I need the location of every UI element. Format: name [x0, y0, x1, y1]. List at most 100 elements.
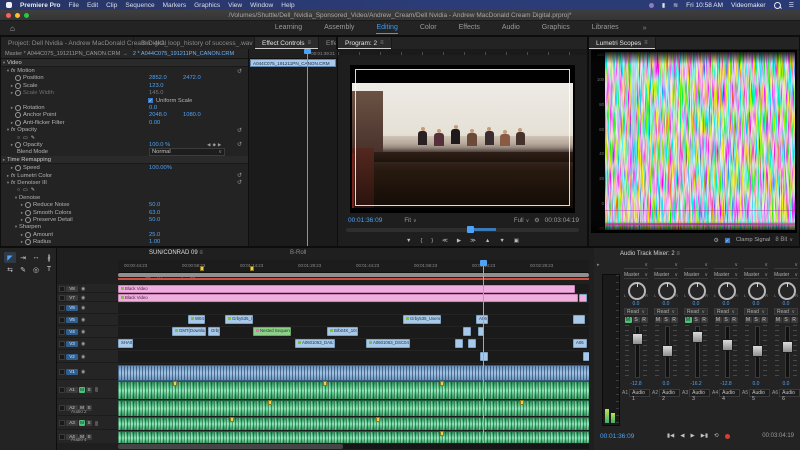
pan-knob[interactable]: LR	[774, 281, 798, 301]
stopwatch-icon[interactable]	[25, 231, 31, 238]
pan-knob[interactable]: LR	[714, 281, 738, 301]
solo-button[interactable]: S	[632, 317, 640, 323]
clip-black-video[interactable]: Black Video	[118, 294, 578, 302]
panel-menu-icon[interactable]: ≡	[380, 40, 384, 46]
property-radius[interactable]: ▸ Radius 1.00	[1, 238, 248, 246]
slip-tool[interactable]: ⇆	[4, 264, 16, 275]
solo-button[interactable]: S	[662, 317, 670, 323]
razor-tool[interactable]: ∦	[43, 252, 55, 263]
audio-clip-a4[interactable]	[118, 431, 589, 443]
mute-button[interactable]: M	[654, 317, 662, 323]
track-header-v5[interactable]: V5 ◉	[57, 315, 118, 326]
record-arm-button[interactable]: R	[730, 317, 738, 323]
pan-value[interactable]: 0.0	[723, 301, 730, 307]
workspace-libraries[interactable]: Libraries	[592, 22, 619, 34]
position-x-value[interactable]: 2852.0	[149, 75, 167, 81]
lock-icon[interactable]	[59, 404, 65, 411]
track-header-v1[interactable]: V1 ◉	[57, 364, 118, 380]
mic-icon[interactable]	[95, 420, 98, 426]
track-name-field[interactable]: Audio 4	[719, 389, 740, 402]
clip[interactable]: Brb04K_1043_1065_	[327, 327, 358, 336]
reset-icon[interactable]: ↺	[237, 68, 242, 75]
property-rotation[interactable]: ▸ Rotation 0.0	[1, 104, 248, 112]
mini-timeline-clip[interactable]: A044C075_191211PN_CANON.CRM	[250, 59, 336, 67]
input-dropdown[interactable]: ∨	[624, 262, 648, 269]
clip[interactable]: SHA04K	[118, 339, 133, 348]
solo-button[interactable]: S	[782, 317, 790, 323]
property-antiflicker[interactable]: ▸ Anti-flicker Filter 0.00	[1, 119, 248, 126]
mute-button[interactable]: M	[624, 317, 632, 323]
sequence-marker[interactable]	[250, 266, 254, 271]
clip[interactable]	[463, 327, 471, 336]
scale-value[interactable]: 123.0	[149, 83, 164, 89]
pen-mask-icon[interactable]: ✎	[31, 135, 38, 141]
clip[interactable]	[455, 339, 463, 348]
tab-program[interactable]: Program: 2 ≡	[338, 37, 392, 49]
workspace-learning[interactable]: Learning	[275, 22, 302, 34]
solo-button[interactable]: S	[692, 317, 700, 323]
clip[interactable]: A06	[573, 339, 587, 348]
pen-tool[interactable]: ✎	[17, 264, 29, 275]
menu-markers[interactable]: Markers	[163, 2, 186, 9]
mic-icon[interactable]	[95, 387, 98, 392]
timeline-zoom-scrollbar[interactable]	[118, 273, 589, 277]
lift-icon[interactable]: ▲	[485, 238, 490, 244]
mini-timeline-ruler[interactable]: 00:01:39:21	[249, 49, 337, 59]
anchor-x-value[interactable]: 2048.0	[149, 112, 167, 118]
stopwatch-icon[interactable]	[25, 202, 31, 209]
solo-button[interactable]: S	[86, 420, 92, 426]
tab-lumetri-scopes[interactable]: Lumetri Scopes ≡	[589, 37, 656, 49]
lock-icon[interactable]	[59, 386, 65, 393]
workspace-overflow-button[interactable]: »	[643, 25, 647, 32]
track-header-v7[interactable]: V7 ◉	[57, 294, 118, 302]
bit-depth-dropdown[interactable]: 8 Bit ∨	[775, 237, 793, 243]
automation-dropdown[interactable]: Read ∨	[624, 308, 648, 315]
clip[interactable]	[468, 339, 476, 348]
tab-effects[interactable]: Effects	[319, 37, 336, 49]
property-smooth-colors[interactable]: ▸ Smooth Colors 63.0	[1, 209, 248, 216]
program-timecode[interactable]: 00:01:36:09	[348, 217, 382, 224]
time-remapping-section[interactable]: ▸ Time Remapping	[1, 156, 248, 165]
antiflicker-value[interactable]: 0.00	[149, 120, 160, 126]
volume-fader[interactable]	[624, 325, 648, 379]
program-scrub-bar[interactable]	[346, 226, 579, 233]
workspace-color[interactable]: Color	[420, 22, 437, 34]
battery-icon[interactable]: ▮	[662, 2, 665, 9]
eye-icon[interactable]: ◉	[81, 295, 85, 301]
clamp-signal-checkbox[interactable]: ✓	[723, 236, 731, 244]
lock-icon[interactable]	[59, 341, 65, 347]
scale-width-value[interactable]: 145.0	[149, 90, 164, 96]
input-dropdown[interactable]: ∨	[684, 262, 708, 269]
lock-icon[interactable]	[59, 317, 65, 323]
clip-video-waveform[interactable]	[118, 365, 589, 381]
level-value[interactable]: -12.8	[720, 381, 731, 388]
level-value[interactable]: 0.0	[783, 381, 790, 388]
clip-marker[interactable]	[230, 417, 234, 422]
go-to-in-icon[interactable]: ▮◀	[667, 433, 674, 439]
record-arm-button[interactable]: R	[760, 317, 768, 323]
preserve-detail-value[interactable]: 50.0	[149, 217, 160, 223]
workspace-audio[interactable]: Audio	[502, 22, 520, 34]
clip-marker[interactable]	[173, 381, 177, 386]
mute-button[interactable]: M	[744, 317, 752, 323]
level-value[interactable]: 0.0	[663, 381, 670, 388]
rect-mask-icon[interactable]: ▭	[23, 135, 31, 141]
stopwatch-icon[interactable]	[25, 209, 31, 216]
pan-knob[interactable]: LR	[624, 281, 648, 301]
level-value[interactable]: -12.8	[630, 381, 641, 388]
clip[interactable]	[480, 352, 488, 361]
video-section-header[interactable]: ▾ Video	[1, 59, 248, 68]
ripple-edit-tool[interactable]: ↔	[30, 252, 42, 263]
effect-motion[interactable]: ▾ fx Motion ↺	[1, 67, 248, 75]
lock-icon[interactable]	[59, 294, 65, 301]
reduce-noise-value[interactable]: 50.0	[149, 202, 160, 208]
property-amount[interactable]: ▸ Amount 25.0	[1, 231, 248, 238]
record-arm-button[interactable]: R	[790, 317, 798, 323]
lock-icon[interactable]	[59, 329, 65, 335]
output-assign-dropdown[interactable]: Master ∨	[654, 271, 678, 279]
lock-icon[interactable]	[59, 368, 65, 375]
wifi-icon[interactable]: ≋	[673, 2, 678, 9]
track-header-v8[interactable]: V8 ◉	[57, 285, 118, 293]
menu-clock[interactable]: Fri 10:58 AM	[686, 2, 723, 9]
record-arm-button[interactable]: R	[700, 317, 708, 323]
